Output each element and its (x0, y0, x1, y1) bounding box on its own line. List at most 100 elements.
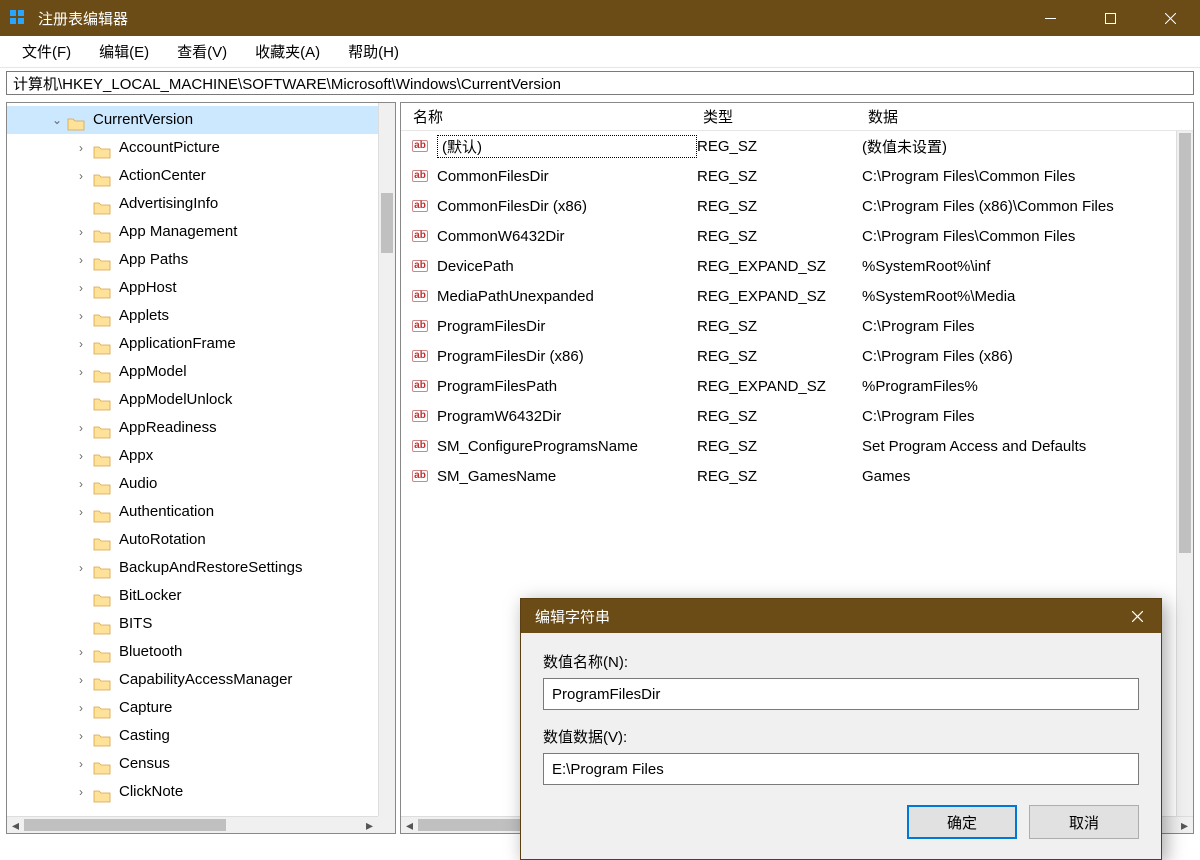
string-value-icon: ab (411, 257, 429, 275)
maximize-button[interactable] (1080, 0, 1140, 36)
tree-node[interactable]: ›AccountPicture (7, 134, 395, 162)
chevron-right-icon[interactable]: › (73, 414, 89, 442)
chevron-right-icon[interactable]: ▸ (1176, 817, 1193, 834)
address-input[interactable] (6, 71, 1194, 95)
tree-node[interactable]: ›Applets (7, 302, 395, 330)
chevron-right-icon[interactable]: › (73, 554, 89, 582)
menu-help[interactable]: 帮助(H) (334, 37, 413, 66)
value-row[interactable]: abCommonW6432DirREG_SZC:\Program Files\C… (401, 221, 1193, 251)
tree-node[interactable]: ›Audio (7, 470, 395, 498)
tree-node[interactable]: ›App Paths (7, 246, 395, 274)
chevron-right-icon[interactable]: › (73, 722, 89, 750)
tree-node[interactable]: AutoRotation (7, 526, 395, 554)
tree-node-label: AppReadiness (119, 414, 217, 442)
string-value-icon: ab (411, 437, 429, 455)
chevron-right-icon[interactable]: › (73, 162, 89, 190)
chevron-right-icon[interactable]: › (73, 470, 89, 498)
tree-horizontal-scrollbar[interactable]: ◂ ▸ (7, 816, 378, 833)
tree-node[interactable]: › CapabilityAccessManager (7, 666, 395, 694)
tree-node-label: Authentication (119, 498, 214, 526)
edit-string-dialog: 编辑字符串 数值名称(N): 数值数据(V): 确定 取消 (520, 598, 1162, 860)
values-vertical-scrollbar[interactable] (1176, 131, 1193, 816)
tree-node[interactable]: ›ClickNote (7, 778, 395, 806)
tree-node-label: CapabilityAccessManager (119, 666, 292, 694)
tree-node[interactable]: ›Capture (7, 694, 395, 722)
chevron-right-icon[interactable]: ▸ (361, 817, 378, 834)
value-row[interactable]: abCommonFilesDirREG_SZC:\Program Files\C… (401, 161, 1193, 191)
dialog-close-button[interactable] (1113, 599, 1161, 633)
minimize-button[interactable] (1020, 0, 1080, 36)
tree-node[interactable]: AdvertisingInfo (7, 190, 395, 218)
menu-view[interactable]: 查看(V) (163, 37, 241, 66)
ok-button[interactable]: 确定 (907, 805, 1017, 839)
value-name-input[interactable] (543, 678, 1139, 710)
chevron-left-icon[interactable]: ◂ (7, 817, 24, 834)
chevron-right-icon[interactable]: › (73, 246, 89, 274)
value-row[interactable]: abSM_GamesNameREG_SZGames (401, 461, 1193, 491)
tree-node[interactable]: ›Casting (7, 722, 395, 750)
value-row[interactable]: abDevicePathREG_EXPAND_SZ%SystemRoot%\in… (401, 251, 1193, 281)
chevron-right-icon[interactable]: › (73, 498, 89, 526)
value-row[interactable]: abSM_ConfigureProgramsNameREG_SZSet Prog… (401, 431, 1193, 461)
tree-node[interactable]: ›Census (7, 750, 395, 778)
value-row[interactable]: abCommonFilesDir (x86)REG_SZC:\Program F… (401, 191, 1193, 221)
folder-icon (93, 309, 111, 324)
values-header[interactable]: 名称 类型 数据 (401, 103, 1193, 131)
tree-node[interactable]: ›ActionCenter (7, 162, 395, 190)
chevron-right-icon[interactable]: › (73, 666, 89, 694)
folder-icon (93, 253, 111, 268)
chevron-down-icon[interactable]: ⌄ (49, 106, 65, 134)
tree-node[interactable]: › AppReadiness (7, 414, 395, 442)
chevron-right-icon[interactable]: › (73, 442, 89, 470)
chevron-right-icon[interactable]: › (73, 778, 89, 806)
value-data-input[interactable] (543, 753, 1139, 785)
menu-favorites[interactable]: 收藏夹(A) (241, 37, 334, 66)
value-row[interactable]: abMediaPathUnexpandedREG_EXPAND_SZ%Syste… (401, 281, 1193, 311)
tree-node[interactable]: › BackupAndRestoreSettings (7, 554, 395, 582)
tree-node[interactable]: ›AppHost (7, 274, 395, 302)
menu-file[interactable]: 文件(F) (8, 37, 85, 66)
header-data[interactable]: 数据 (856, 106, 1193, 127)
tree-node[interactable]: BitLocker (7, 582, 395, 610)
value-row[interactable]: abProgramFilesDir (x86)REG_SZC:\Program … (401, 341, 1193, 371)
chevron-left-icon[interactable]: ◂ (401, 817, 418, 834)
chevron-right-icon[interactable]: › (73, 358, 89, 386)
tree-node-label: BackupAndRestoreSettings (119, 554, 302, 582)
folder-icon (93, 197, 111, 212)
chevron-right-icon[interactable]: › (73, 302, 89, 330)
folder-icon (93, 449, 111, 464)
value-row[interactable]: abProgramW6432DirREG_SZC:\Program Files (401, 401, 1193, 431)
registry-tree[interactable]: ⌄CurrentVersion›AccountPicture›ActionCen… (7, 103, 395, 806)
tree-node[interactable]: › Authentication (7, 498, 395, 526)
value-data: C:\Program Files\Common Files (862, 168, 1193, 185)
menu-edit[interactable]: 编辑(E) (85, 37, 163, 66)
tree-node-currentversion[interactable]: ⌄CurrentVersion (7, 106, 395, 134)
cancel-button[interactable]: 取消 (1029, 805, 1139, 839)
value-row[interactable]: abProgramFilesPathREG_EXPAND_SZ%ProgramF… (401, 371, 1193, 401)
tree-vertical-scrollbar[interactable] (378, 103, 395, 816)
chevron-right-icon[interactable]: › (73, 218, 89, 246)
chevron-right-icon[interactable]: › (73, 638, 89, 666)
chevron-right-icon[interactable]: › (73, 750, 89, 778)
chevron-right-icon[interactable]: › (73, 274, 89, 302)
tree-node[interactable]: ›AppModel (7, 358, 395, 386)
tree-node[interactable]: BITS (7, 610, 395, 638)
value-data: C:\Program Files (x86)\Common Files (862, 198, 1193, 215)
header-type[interactable]: 类型 (691, 106, 856, 127)
tree-node[interactable]: AppModelUnlock (7, 386, 395, 414)
chevron-right-icon[interactable]: › (73, 330, 89, 358)
tree-node[interactable]: ›Appx (7, 442, 395, 470)
header-name[interactable]: 名称 (401, 106, 691, 127)
value-data: %SystemRoot%\Media (862, 288, 1193, 305)
value-row[interactable]: ab(默认)REG_SZ(数值未设置) (401, 131, 1193, 161)
string-value-icon: ab (411, 227, 429, 245)
dialog-titlebar[interactable]: 编辑字符串 (521, 599, 1161, 633)
close-button[interactable] (1140, 0, 1200, 36)
tree-node[interactable]: ›Bluetooth (7, 638, 395, 666)
tree-node[interactable]: ›App Management (7, 218, 395, 246)
folder-icon (93, 365, 111, 380)
tree-node[interactable]: ›ApplicationFrame (7, 330, 395, 358)
value-row[interactable]: abProgramFilesDirREG_SZC:\Program Files (401, 311, 1193, 341)
chevron-right-icon[interactable]: › (73, 134, 89, 162)
chevron-right-icon[interactable]: › (73, 694, 89, 722)
